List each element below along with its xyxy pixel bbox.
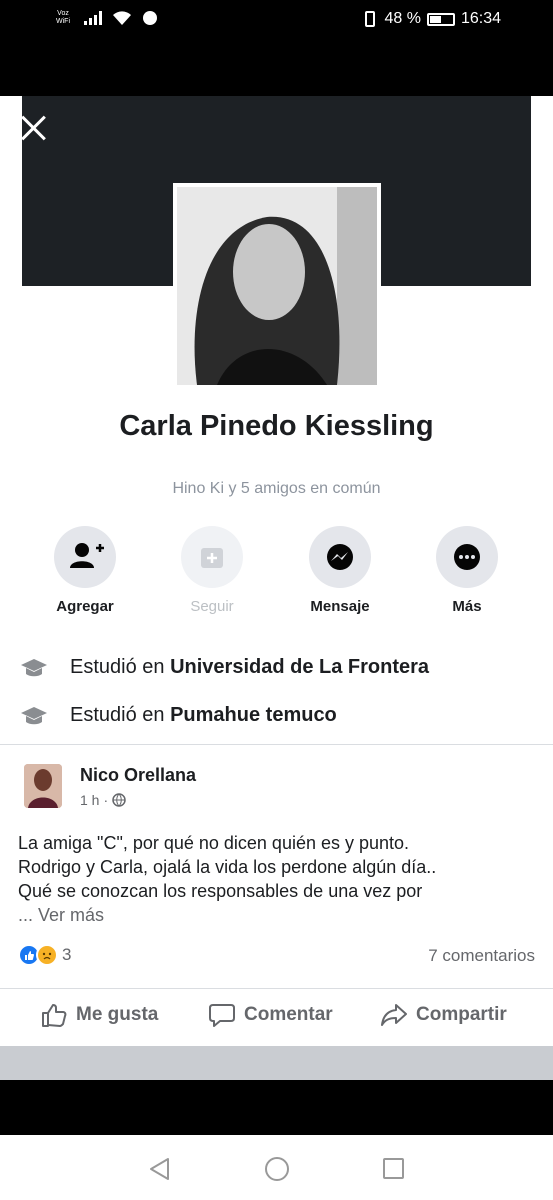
- add-friend-button[interactable]: Agregar: [35, 526, 135, 615]
- profile-photo[interactable]: [173, 183, 381, 389]
- like-label: Me gusta: [76, 1004, 159, 1025]
- comment-label: Comentar: [244, 1004, 333, 1025]
- post-author-name[interactable]: Nico Orellana: [80, 765, 196, 786]
- post-author-avatar[interactable]: [24, 764, 62, 808]
- message-button[interactable]: Mensaje: [290, 526, 390, 615]
- share-label: Compartir: [416, 1004, 507, 1025]
- signal-icon: [84, 11, 102, 25]
- follow-label: Seguir: [190, 598, 234, 615]
- reactions-summary[interactable]: 3: [18, 944, 71, 966]
- see-more-link[interactable]: ... Ver más: [18, 903, 538, 927]
- profile-screen: Carla Pinedo Kiessling Hino Ki y 5 amigo…: [0, 96, 553, 1080]
- more-label: Más: [452, 598, 482, 615]
- post-time[interactable]: 1 h: [80, 792, 99, 808]
- sad-reaction-icon: [36, 944, 58, 966]
- battery-percent: 48 %: [384, 10, 421, 27]
- comment-button[interactable]: Comentar: [208, 1002, 333, 1028]
- school-name: Pumahue temuco: [170, 704, 337, 726]
- system-nav-bar: [0, 1135, 553, 1200]
- wifi-icon: [113, 11, 131, 25]
- education-row[interactable]: Estudió en Universidad de La Frontera: [20, 656, 429, 679]
- thumbs-up-icon: [42, 1004, 67, 1027]
- post-text-line: Qué se conozcan los responsables de una …: [18, 881, 423, 901]
- globe-icon: [112, 793, 126, 807]
- battery-icon: [426, 12, 455, 26]
- education-row[interactable]: Estudió en Pumahue temuco: [20, 704, 337, 727]
- more-icon: [436, 526, 498, 588]
- status-bar: Voz WiFi 48 % 16:34: [0, 0, 553, 40]
- share-button[interactable]: Compartir: [380, 1002, 507, 1028]
- like-button[interactable]: Me gusta: [40, 1002, 158, 1028]
- back-icon[interactable]: [148, 1157, 170, 1181]
- follow-icon: [181, 526, 243, 588]
- profile-name: Carla Pinedo Kiessling: [119, 410, 434, 442]
- more-button[interactable]: Más: [417, 526, 517, 615]
- home-icon[interactable]: [265, 1157, 289, 1181]
- follow-button[interactable]: Seguir: [162, 526, 262, 615]
- feed-separator: [0, 1046, 553, 1080]
- add-friend-label: Agregar: [56, 598, 114, 615]
- post-text-line: Rodrigo y Carla, ojalá la vida los perdo…: [18, 857, 437, 877]
- comment-icon: [209, 1004, 235, 1027]
- graduation-cap-icon: [21, 706, 47, 724]
- close-icon[interactable]: [20, 114, 48, 142]
- post-actions: Me gusta Comentar Compartir: [0, 1002, 553, 1036]
- post-text: La amiga "C", por qué no dicen quién es …: [18, 831, 538, 927]
- clock: 16:34: [460, 10, 501, 27]
- post-text-line: La amiga "C", por qué no dicen quién es …: [18, 833, 410, 853]
- chat-icon: [143, 11, 157, 25]
- messenger-icon: [309, 526, 371, 588]
- message-label: Mensaje: [310, 598, 370, 615]
- volte-indicator: Voz WiFi: [56, 10, 70, 25]
- graduation-cap-icon: [21, 658, 47, 676]
- share-icon: [381, 1004, 407, 1026]
- comments-count[interactable]: 7 comentarios: [428, 946, 535, 966]
- post-divider: [0, 988, 553, 989]
- section-divider: [0, 744, 553, 745]
- education-prefix: Estudió en: [70, 704, 165, 726]
- recent-apps-icon[interactable]: [383, 1158, 404, 1179]
- add-friend-icon: [54, 526, 116, 588]
- mutual-friends[interactable]: Hino Ki y 5 amigos en común: [0, 480, 553, 498]
- school-name: Universidad de La Frontera: [170, 656, 430, 678]
- education-prefix: Estudió en: [70, 656, 165, 678]
- vibrate-icon: [365, 11, 376, 27]
- reaction-count: 3: [62, 945, 72, 964]
- post-meta: 1 h ·: [80, 792, 126, 808]
- profile-actions: Agregar Seguir Mensaje Más: [0, 526, 553, 626]
